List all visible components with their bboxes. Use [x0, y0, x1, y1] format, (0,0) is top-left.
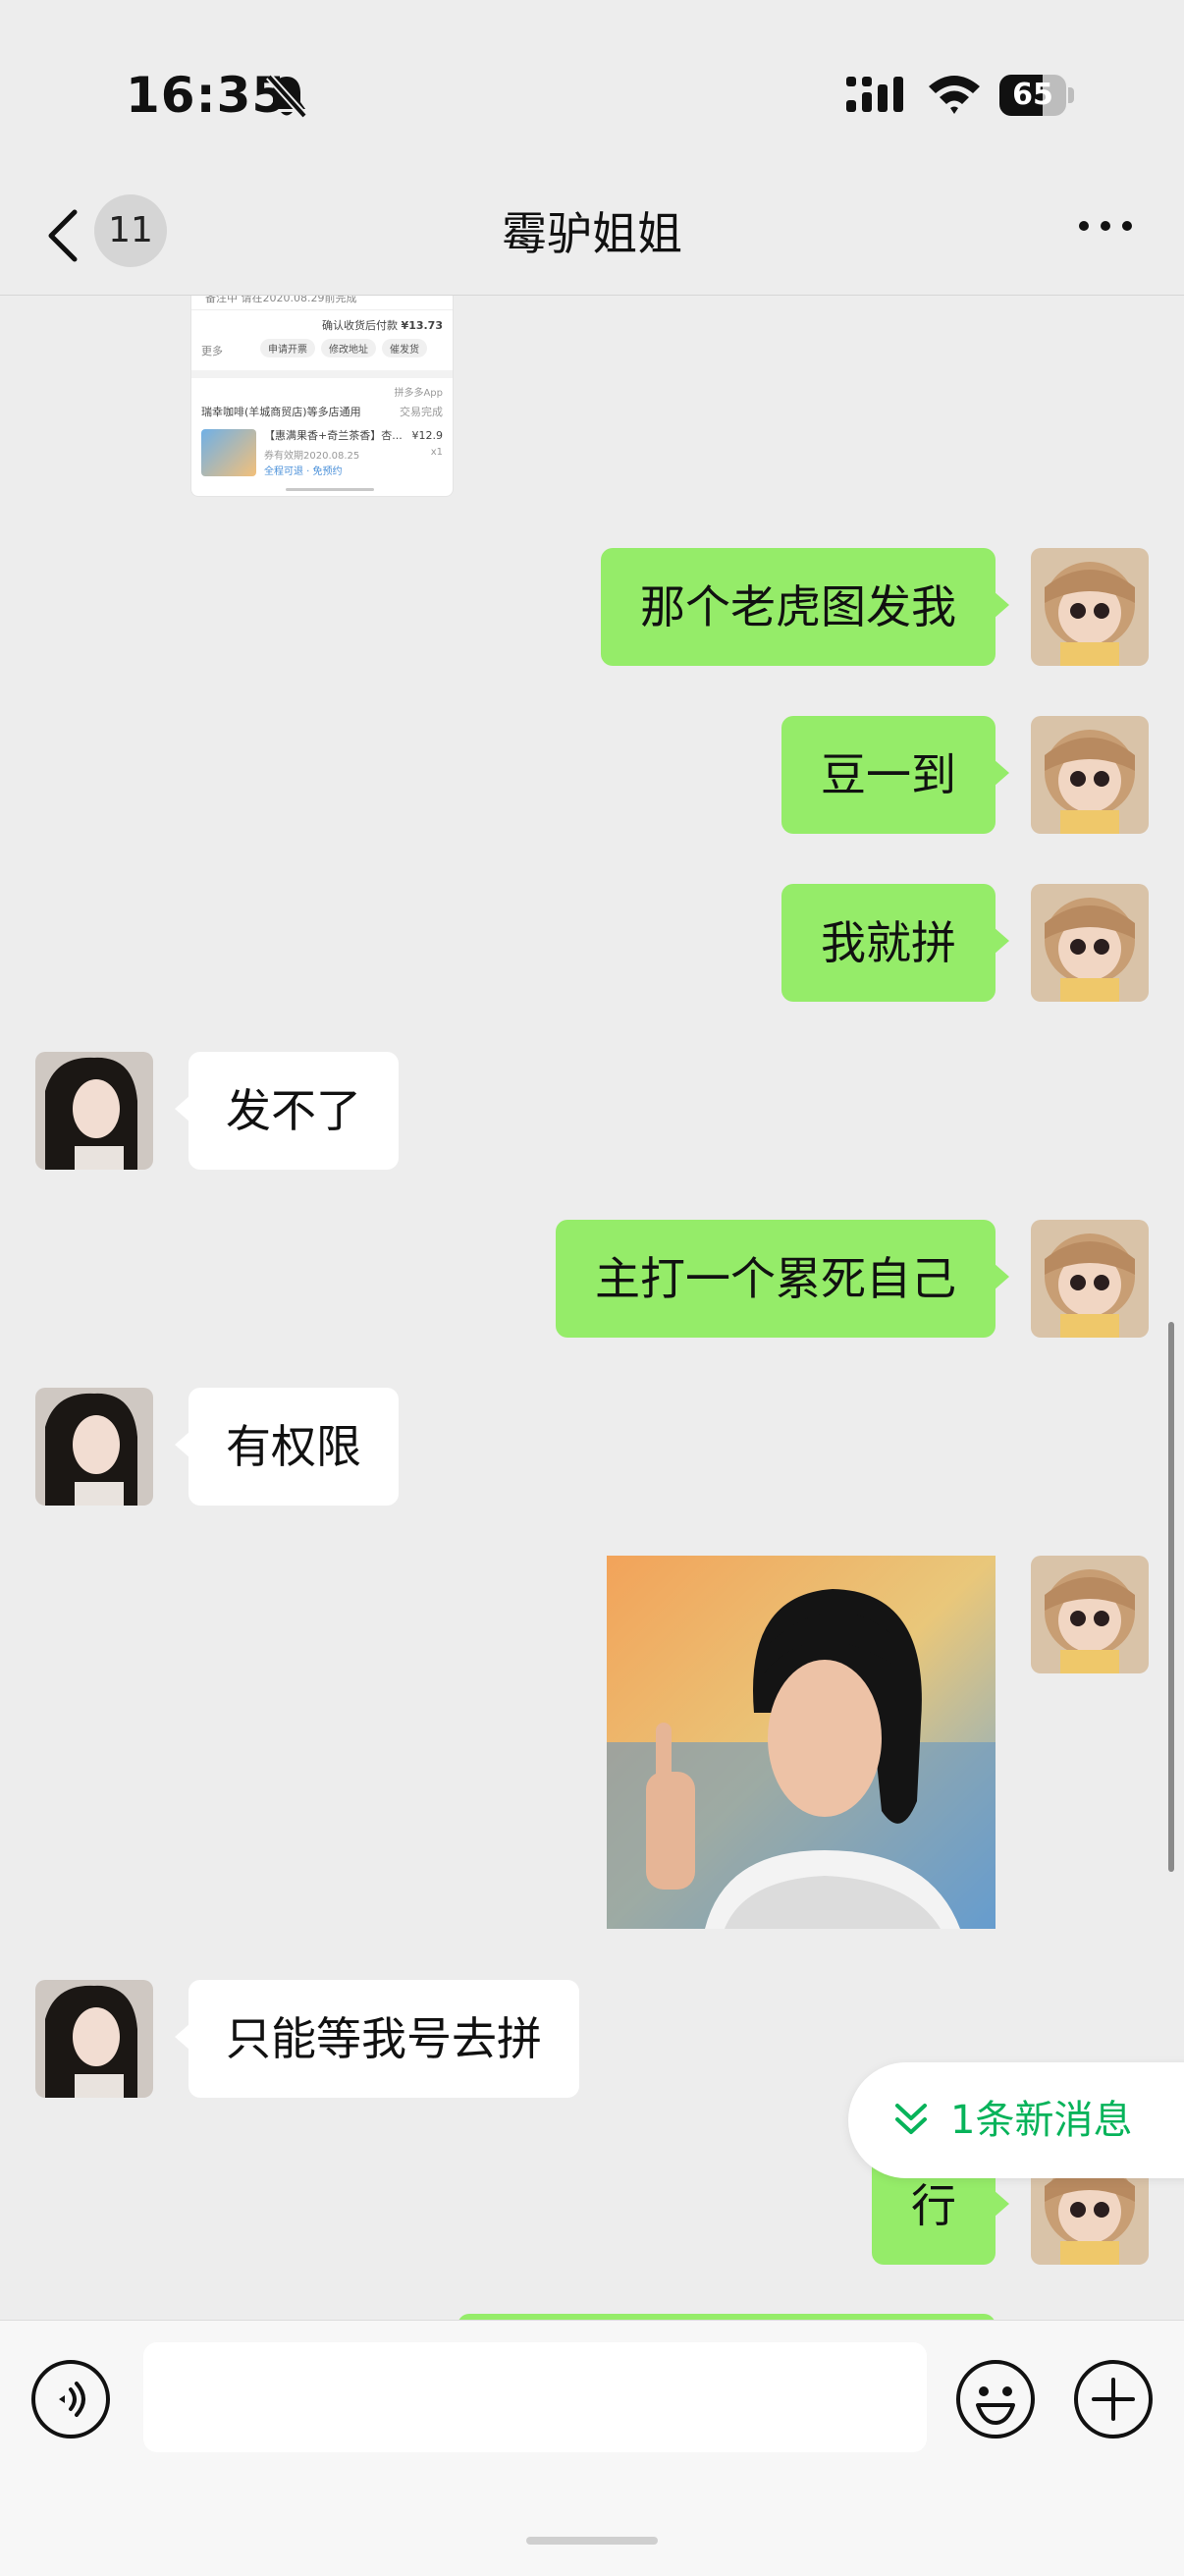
message-outgoing-image[interactable]	[607, 1556, 996, 1929]
order-more: 更多	[201, 345, 223, 357]
message-outgoing[interactable]: 我就拼	[781, 884, 1009, 1002]
order-shop: 瑞幸咖啡(羊城商贸店)等多店通用	[201, 406, 361, 418]
my-avatar[interactable]	[1031, 1556, 1149, 1673]
contact-avatar[interactable]	[35, 1052, 153, 1170]
message-incoming[interactable]: 只能等我号去拼	[175, 1980, 579, 2098]
my-avatar[interactable]	[1031, 1220, 1149, 1338]
status-bar: 16:35 65	[0, 0, 1184, 177]
new-messages-button[interactable]: 1条新消息	[848, 2062, 1184, 2178]
order-product: 【惠满果香+奇兰茶香】杏...	[264, 429, 403, 442]
mute-bell-icon	[266, 74, 307, 119]
message-outgoing[interactable]: 那个老虎图发我	[601, 548, 1009, 666]
voice-input-icon[interactable]	[29, 2358, 112, 2440]
battery-icon: 65	[999, 75, 1074, 116]
order-qty: x1	[430, 447, 443, 458]
message-outgoing[interactable]: 主打一个累死自己	[556, 1220, 1009, 1338]
battery-percent: 65	[1012, 78, 1053, 112]
status-time: 16:35	[126, 67, 288, 124]
my-avatar[interactable]	[1031, 884, 1149, 1002]
more-options-icon[interactable]	[1076, 218, 1135, 234]
my-avatar[interactable]	[1031, 548, 1149, 666]
new-messages-label: 1条新消息	[950, 2098, 1133, 2143]
plus-icon[interactable]	[1072, 2358, 1155, 2440]
chat-title: 霉驴姐姐	[502, 207, 682, 260]
order-tags: 全程可退 · 免预约	[264, 466, 343, 477]
order-app-note: 拼多多App	[394, 388, 443, 399]
order-confirm: 确认收货后付款 ¥13.73	[322, 319, 443, 332]
order-screenshot-image[interactable]: 备注中 请在2020.08.29前完成 确认收货后付款 ¥13.73 更多 申请…	[190, 285, 454, 497]
order-date: 券有效期2020.08.25	[264, 451, 360, 462]
order-product-price: ¥12.9	[411, 429, 444, 442]
emoji-icon[interactable]	[954, 2358, 1037, 2440]
my-avatar[interactable]	[1031, 716, 1149, 834]
contact-avatar[interactable]	[35, 1388, 153, 1506]
message-outgoing[interactable]: 豆一到	[781, 716, 1009, 834]
input-toolbar	[0, 2320, 1184, 2576]
scrollbar[interactable]	[1168, 1322, 1174, 1872]
cellular-signal-icon	[846, 77, 903, 112]
double-chevron-down-icon	[895, 2104, 927, 2134]
order-status: 交易完成	[400, 406, 443, 418]
order-buttons: 申请开票 修改地址 催发货	[260, 339, 433, 357]
wifi-icon	[929, 76, 980, 114]
product-thumbnail	[201, 429, 256, 476]
contact-avatar[interactable]	[35, 1980, 153, 2098]
message-incoming[interactable]: 有权限	[175, 1388, 399, 1506]
message-input[interactable]	[143, 2342, 927, 2452]
message-incoming[interactable]: 发不了	[175, 1052, 399, 1170]
home-indicator	[526, 2537, 658, 2545]
